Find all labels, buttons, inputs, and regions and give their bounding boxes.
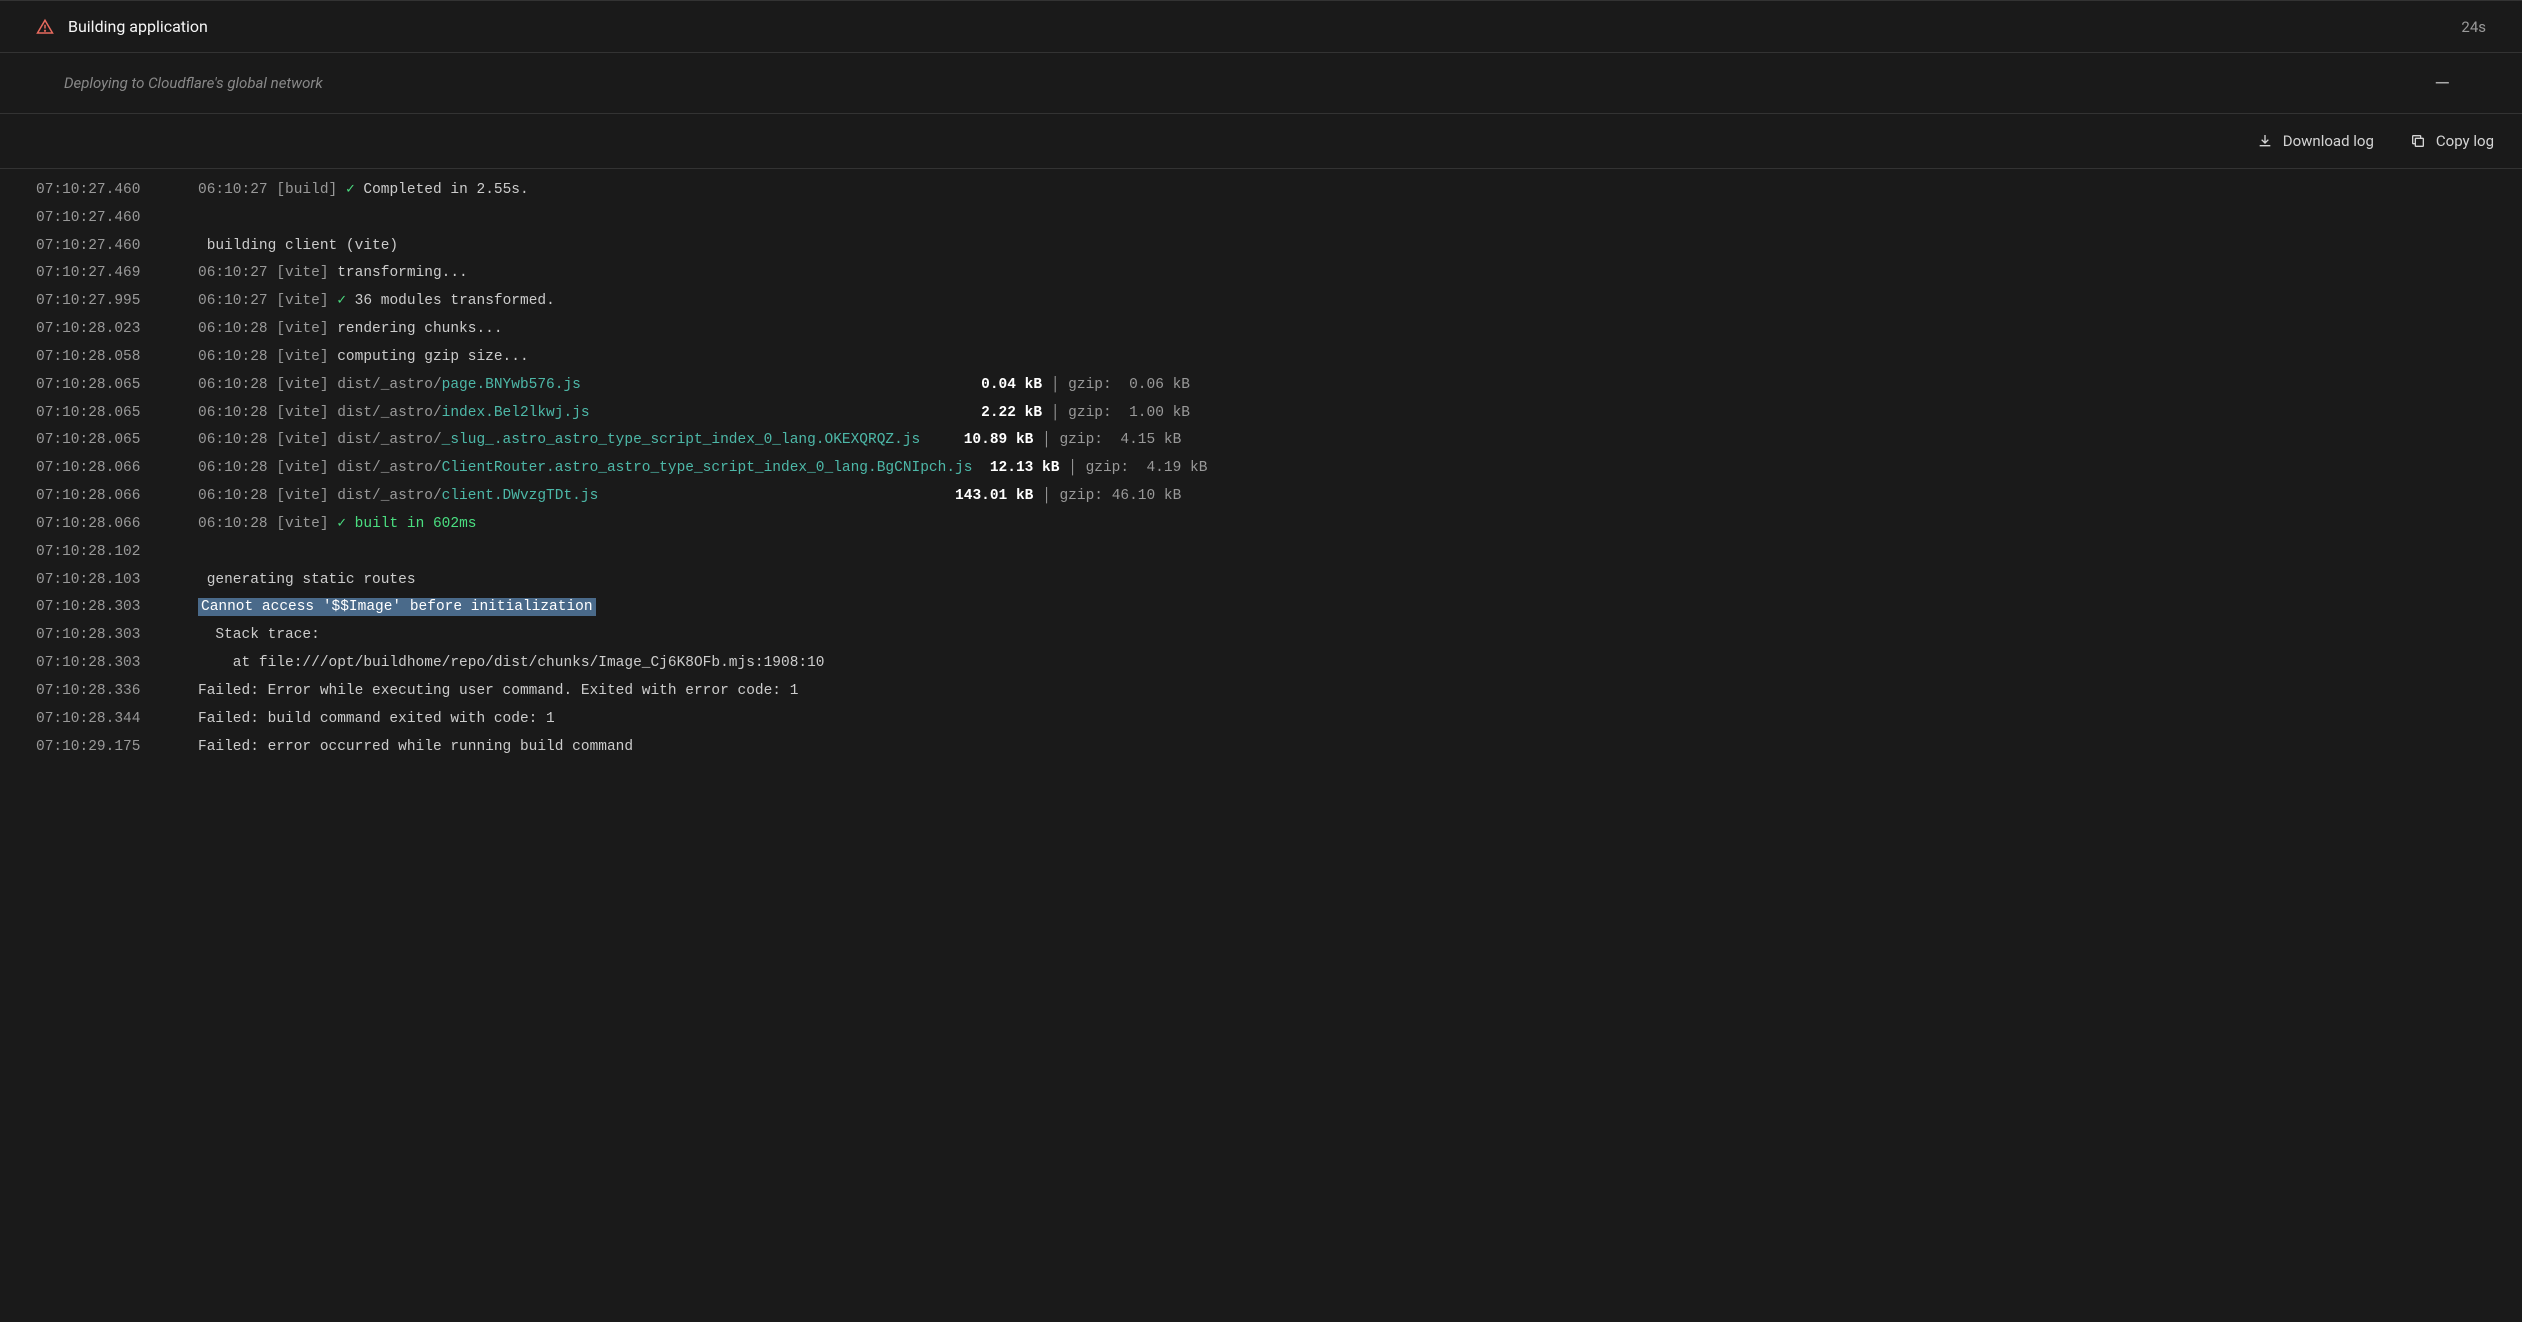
download-log-button[interactable]: Download log	[2257, 132, 2374, 150]
warning-icon	[36, 18, 54, 36]
log-content: building client (vite)	[198, 233, 407, 261]
log-content: 06:10:27 [build] ✓ Completed in 2.55s.	[198, 177, 529, 205]
log-content: 06:10:27 [vite] transforming...	[198, 260, 468, 288]
log-line: 07:10:28.06506:10:28 [vite] dist/_astro/…	[36, 372, 2486, 400]
log-line: 07:10:27.46906:10:27 [vite] transforming…	[36, 260, 2486, 288]
log-timestamp: 07:10:28.102	[36, 539, 198, 567]
log-line: 07:10:28.06606:10:28 [vite] dist/_astro/…	[36, 483, 2486, 511]
file-link: client.DWvzgTDt.js	[442, 488, 599, 504]
log-line: 07:10:28.05806:10:28 [vite] computing gz…	[36, 344, 2486, 372]
log-content: 06:10:28 [vite] dist/_astro/client.DWvzg…	[198, 483, 1181, 511]
log-line: 07:10:28.103 generating static routes	[36, 567, 2486, 595]
log-timestamp: 07:10:27.460	[36, 205, 198, 233]
log-line: 07:10:28.06506:10:28 [vite] dist/_astro/…	[36, 427, 2486, 455]
log-line: 07:10:27.460	[36, 205, 2486, 233]
log-content: Cannot access '$$Image' before initializ…	[198, 594, 596, 622]
log-content: 06:10:28 [vite] dist/_astro/ClientRouter…	[198, 455, 1207, 483]
error-highlight: Cannot access '$$Image' before initializ…	[198, 598, 596, 616]
deploy-status-text: Deploying to Cloudflare's global network	[64, 74, 323, 92]
copy-icon	[2410, 133, 2426, 149]
log-timestamp: 07:10:28.065	[36, 372, 198, 400]
log-content: Stack trace:	[198, 622, 320, 650]
log-timestamp: 07:10:28.066	[36, 483, 198, 511]
log-timestamp: 07:10:28.066	[36, 511, 198, 539]
file-link: page.BNYwb576.js	[442, 377, 581, 393]
build-status-header: Building application 24s	[0, 0, 2522, 53]
log-content: 06:10:27 [vite] ✓ 36 modules transformed…	[198, 288, 555, 316]
log-timestamp: 07:10:28.066	[36, 455, 198, 483]
log-content: Failed: build command exited with code: …	[198, 706, 555, 734]
header-title: Building application	[68, 17, 208, 36]
log-content: at file:///opt/buildhome/repo/dist/chunk…	[198, 650, 825, 678]
log-line: 07:10:29.175Failed: error occurred while…	[36, 734, 2486, 762]
log-timestamp: 07:10:27.460	[36, 233, 198, 261]
log-content: 06:10:28 [vite] dist/_astro/_slug_.astro…	[198, 427, 1181, 455]
log-line: 07:10:27.46006:10:27 [build] ✓ Completed…	[36, 177, 2486, 205]
log-timestamp: 07:10:28.336	[36, 678, 198, 706]
log-content: 06:10:28 [vite] ✓ built in 602ms	[198, 511, 477, 539]
log-line: 07:10:28.303 at file:///opt/buildhome/re…	[36, 650, 2486, 678]
log-line: 07:10:28.344Failed: build command exited…	[36, 706, 2486, 734]
log-line: 07:10:28.06606:10:28 [vite] dist/_astro/…	[36, 455, 2486, 483]
log-content: generating static routes	[198, 567, 424, 595]
log-line: 07:10:27.99506:10:27 [vite] ✓ 36 modules…	[36, 288, 2486, 316]
log-timestamp: 07:10:28.065	[36, 427, 198, 455]
log-line: 07:10:27.460 building client (vite)	[36, 233, 2486, 261]
log-actions: Download log Copy log	[0, 114, 2522, 169]
log-timestamp: 07:10:28.058	[36, 344, 198, 372]
log-line: 07:10:28.02306:10:28 [vite] rendering ch…	[36, 316, 2486, 344]
log-line: 07:10:28.336Failed: Error while executin…	[36, 678, 2486, 706]
copy-log-button[interactable]: Copy log	[2410, 132, 2494, 150]
log-content: Failed: Error while executing user comma…	[198, 678, 798, 706]
collapse-button[interactable]: —	[2426, 71, 2458, 95]
log-line: 07:10:28.303Cannot access '$$Image' befo…	[36, 594, 2486, 622]
file-link: ClientRouter.astro_astro_type_script_ind…	[442, 460, 973, 476]
file-link: _slug_.astro_astro_type_script_index_0_l…	[442, 432, 921, 448]
log-output[interactable]: 07:10:27.46006:10:27 [build] ✓ Completed…	[0, 169, 2522, 781]
log-timestamp: 07:10:27.995	[36, 288, 198, 316]
log-timestamp: 07:10:28.103	[36, 567, 198, 595]
log-timestamp: 07:10:28.344	[36, 706, 198, 734]
log-content: 06:10:28 [vite] rendering chunks...	[198, 316, 503, 344]
header-left: Building application	[36, 17, 208, 36]
log-content: 06:10:28 [vite] dist/_astro/page.BNYwb57…	[198, 372, 1190, 400]
deploy-subheader: Deploying to Cloudflare's global network…	[0, 53, 2522, 114]
copy-log-label: Copy log	[2436, 132, 2494, 150]
download-log-label: Download log	[2283, 132, 2374, 150]
log-timestamp: 07:10:29.175	[36, 734, 198, 762]
log-timestamp: 07:10:28.303	[36, 650, 198, 678]
log-content: 06:10:28 [vite] dist/_astro/index.Bel2lk…	[198, 400, 1190, 428]
log-timestamp: 07:10:28.303	[36, 622, 198, 650]
log-timestamp: 07:10:28.065	[36, 400, 198, 428]
log-timestamp: 07:10:28.303	[36, 594, 198, 622]
log-line: 07:10:28.102	[36, 539, 2486, 567]
log-timestamp: 07:10:27.469	[36, 260, 198, 288]
log-line: 07:10:28.06506:10:28 [vite] dist/_astro/…	[36, 400, 2486, 428]
log-content: 06:10:28 [vite] computing gzip size...	[198, 344, 529, 372]
log-content: Failed: error occurred while running bui…	[198, 734, 633, 762]
log-timestamp: 07:10:27.460	[36, 177, 198, 205]
log-line: 07:10:28.303 Stack trace:	[36, 622, 2486, 650]
build-duration: 24s	[2461, 18, 2486, 36]
file-link: index.Bel2lkwj.js	[442, 405, 590, 421]
log-timestamp: 07:10:28.023	[36, 316, 198, 344]
log-line: 07:10:28.06606:10:28 [vite] ✓ built in 6…	[36, 511, 2486, 539]
download-icon	[2257, 133, 2273, 149]
